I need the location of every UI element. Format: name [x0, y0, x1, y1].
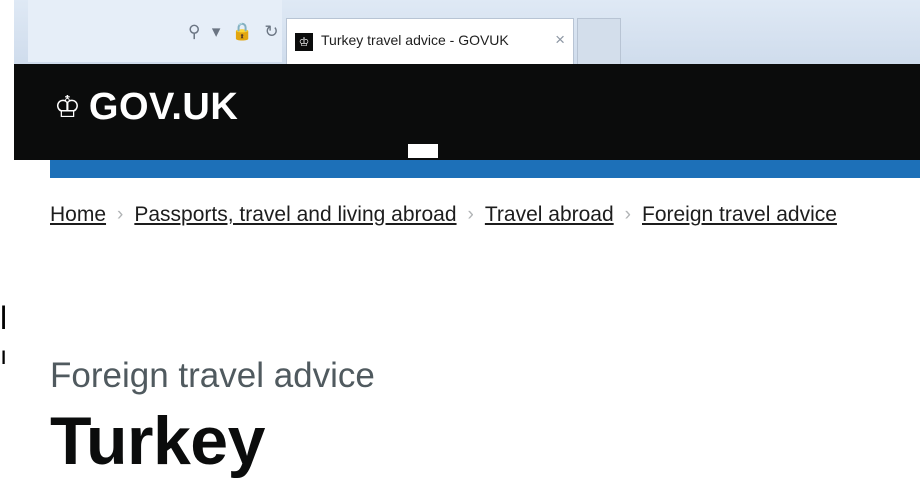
- breadcrumb-passports-travel[interactable]: Passports, travel and living abroad: [134, 203, 456, 227]
- crown-icon: ♔: [54, 89, 81, 125]
- breadcrumb-separator-icon: ›: [624, 204, 631, 225]
- tab-title: Turkey travel advice - GOVUK: [321, 32, 509, 48]
- cutoff-text-fragment: l: [0, 300, 8, 336]
- address-bar[interactable]: ⚲ ▾ 🔒 ↻: [28, 0, 282, 62]
- breadcrumb-travel-abroad[interactable]: Travel abroad: [485, 203, 614, 227]
- browser-chrome: ⚲ ▾ 🔒 ↻ ♔ Turkey travel advice - GOVUK ×: [14, 0, 920, 64]
- breadcrumb-foreign-travel-advice[interactable]: Foreign travel advice: [642, 203, 837, 227]
- logo-text: GOV.UK: [88, 86, 239, 128]
- breadcrumb-separator-icon: ›: [117, 204, 124, 225]
- breadcrumb-home[interactable]: Home: [50, 203, 106, 227]
- page-caption: Foreign travel advice: [50, 356, 375, 395]
- browser-tab[interactable]: ♔ Turkey travel advice - GOVUK ×: [286, 18, 574, 64]
- site-header: ♔ GOV.UK: [14, 64, 920, 160]
- breadcrumb: Home › Passports, travel and living abro…: [50, 203, 837, 227]
- address-bar-controls[interactable]: ⚲ ▾ 🔒 ↻: [188, 22, 282, 42]
- govuk-logo[interactable]: ♔ GOV.UK: [54, 86, 238, 129]
- header-accent-bar: [50, 160, 920, 178]
- cutoff-text-fragment: ı: [0, 340, 8, 370]
- breadcrumb-separator-icon: ›: [467, 204, 474, 225]
- page-title: Turkey: [50, 403, 265, 479]
- new-tab-button[interactable]: [577, 18, 621, 64]
- gov-favicon-icon: ♔: [295, 33, 313, 51]
- tab-close-icon[interactable]: ×: [555, 30, 565, 50]
- menu-toggle-button[interactable]: [408, 144, 438, 158]
